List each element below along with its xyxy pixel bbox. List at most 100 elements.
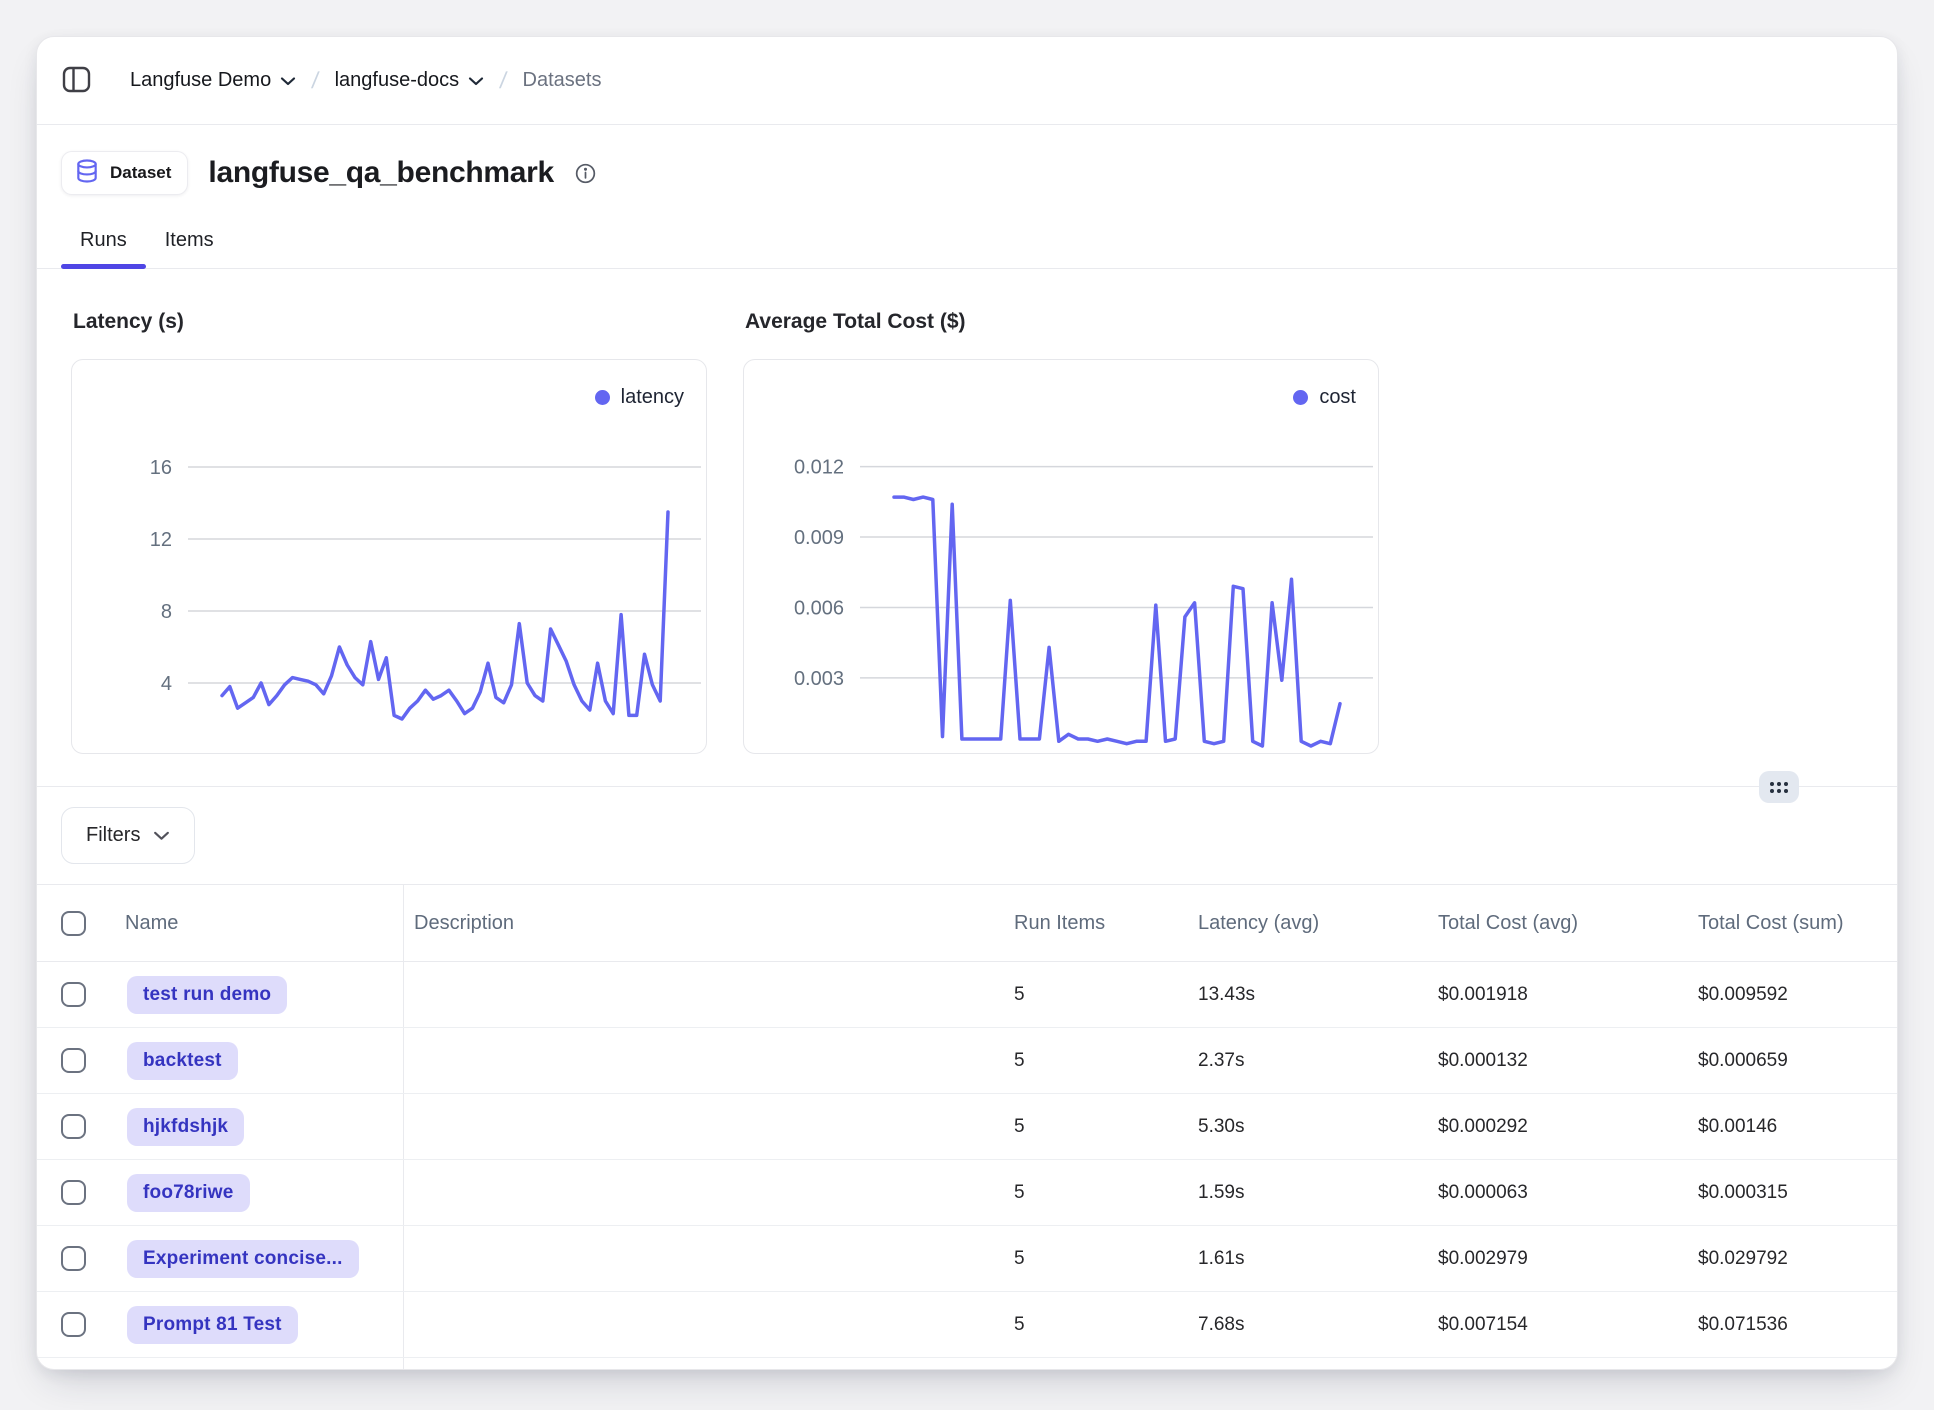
latency-avg-cell: 1.61s: [1198, 1248, 1438, 1270]
total-cost-sum-cell: $0.000315: [1698, 1182, 1897, 1204]
total-cost-avg-cell: $0.000063: [1438, 1182, 1698, 1204]
latency-chart-group: Latency (s) 4 8 12 16 latency: [71, 309, 707, 754]
row-checkbox[interactable]: [61, 1048, 86, 1073]
topbar: Langfuse Demo / langfuse-docs / Datasets: [37, 37, 1897, 125]
cost-legend[interactable]: cost: [1293, 386, 1356, 409]
page-title: langfuse_qa_benchmark: [208, 156, 554, 190]
row-checkbox[interactable]: [61, 982, 86, 1007]
cost-chart-canvas: 0.003 0.006 0.009 0.012: [744, 360, 1378, 753]
table-row: hjkfdshjk 5 5.30s $0.000292 $0.00146: [37, 1094, 1897, 1160]
row-checkbox[interactable]: [61, 1180, 86, 1205]
tab-items[interactable]: Items: [146, 213, 233, 268]
runs-table: Name Description Run Items Latency (avg)…: [37, 884, 1897, 1370]
chevron-down-icon: [468, 69, 484, 92]
breadcrumb-project[interactable]: Langfuse Demo: [130, 69, 296, 92]
latency-legend[interactable]: latency: [595, 386, 684, 409]
select-all-checkbox[interactable]: [61, 911, 86, 936]
info-icon[interactable]: [574, 162, 597, 185]
breadcrumb-environment[interactable]: langfuse-docs: [335, 69, 485, 92]
tab-bar: Runs Items: [37, 213, 1897, 269]
svg-text:12: 12: [150, 529, 172, 551]
run-name-pill[interactable]: test run demo: [127, 976, 287, 1014]
svg-text:0.009: 0.009: [794, 527, 844, 549]
app-window: Langfuse Demo / langfuse-docs / Datasets: [36, 36, 1898, 1370]
legend-label: latency: [621, 386, 684, 409]
svg-text:8: 8: [161, 601, 172, 623]
table-row: foo78riwe 5 1.59s $0.000063 $0.000315: [37, 1160, 1897, 1226]
title-section: Dataset langfuse_qa_benchmark: [37, 125, 1897, 213]
svg-text:4: 4: [161, 673, 172, 695]
database-icon: [74, 158, 100, 189]
latency-chart-canvas: 4 8 12 16: [72, 360, 706, 753]
grip-dots-icon: [1770, 782, 1788, 793]
column-header-description: Description: [404, 912, 990, 935]
total-cost-sum-cell: $0.009592: [1698, 984, 1897, 1006]
dataset-badge: Dataset: [61, 151, 188, 195]
breadcrumb-separator: /: [498, 67, 508, 94]
sidebar-panel-icon: [61, 64, 92, 98]
total-cost-avg-cell: $0.000132: [1438, 1050, 1698, 1072]
breadcrumb-datasets[interactable]: Datasets: [523, 69, 602, 92]
breadcrumb-separator: /: [310, 67, 320, 94]
run-name-pill[interactable]: Experiment concise...: [127, 1240, 359, 1278]
latency-chart-title: Latency (s): [73, 309, 707, 335]
column-header-latency-avg: Latency (avg): [1198, 912, 1438, 935]
latency-avg-cell: 1.59s: [1198, 1182, 1438, 1204]
run-items-cell: 5: [990, 1116, 1198, 1138]
run-items-cell: 5: [990, 1314, 1198, 1336]
breadcrumb: Langfuse Demo / langfuse-docs / Datasets: [130, 67, 601, 94]
run-name-pill[interactable]: hjkfdshjk: [127, 1108, 244, 1146]
table-row: Experiment concise... 5 1.61s $0.002979 …: [37, 1226, 1897, 1292]
resize-drag-handle[interactable]: [1759, 771, 1799, 803]
total-cost-sum-cell: $0.071536: [1698, 1314, 1897, 1336]
column-header-total-cost-avg: Total Cost (avg): [1438, 912, 1698, 935]
table-body: test run demo 5 13.43s $0.001918 $0.0095…: [37, 962, 1897, 1370]
legend-dot: [595, 390, 610, 405]
row-checkbox[interactable]: [61, 1246, 86, 1271]
run-name-pill[interactable]: Prompt 81 Test: [127, 1306, 298, 1344]
total-cost-avg-cell: $0.000292: [1438, 1116, 1698, 1138]
run-items-cell: 5: [990, 1050, 1198, 1072]
latency-avg-cell: 7.68s: [1198, 1314, 1438, 1336]
run-name-pill[interactable]: foo78riwe: [127, 1174, 250, 1212]
run-items-cell: 5: [990, 1248, 1198, 1270]
section-divider: [37, 786, 1897, 787]
chevron-down-icon: [280, 69, 296, 92]
sidebar-toggle-button[interactable]: [61, 64, 92, 98]
legend-dot: [1293, 390, 1308, 405]
table-header: Name Description Run Items Latency (avg)…: [37, 885, 1897, 962]
cost-chart-group: Average Total Cost ($) 0.0030.0060.0090.…: [743, 309, 1379, 754]
column-header-run-items: Run Items: [990, 912, 1198, 935]
filters-button[interactable]: Filters: [61, 807, 195, 864]
latency-avg-cell: 13.43s: [1198, 984, 1438, 1006]
cost-chart-title: Average Total Cost ($): [745, 309, 1379, 335]
filters-row: Filters: [37, 787, 1897, 884]
row-checkbox[interactable]: [61, 1114, 86, 1139]
table-row: [37, 1358, 1897, 1370]
total-cost-sum-cell: $0.00146: [1698, 1116, 1897, 1138]
run-items-cell: 5: [990, 984, 1198, 1006]
tab-runs[interactable]: Runs: [61, 213, 146, 268]
svg-text:0.003: 0.003: [794, 668, 844, 690]
row-checkbox[interactable]: [61, 1312, 86, 1337]
latency-chart: 4 8 12 16 latency: [71, 359, 707, 754]
table-row: test run demo 5 13.43s $0.001918 $0.0095…: [37, 962, 1897, 1028]
column-header-total-cost-sum: Total Cost (sum): [1698, 912, 1897, 935]
run-name-pill[interactable]: backtest: [127, 1042, 238, 1080]
total-cost-avg-cell: $0.001918: [1438, 984, 1698, 1006]
legend-label: cost: [1319, 386, 1356, 409]
latency-avg-cell: 5.30s: [1198, 1116, 1438, 1138]
table-row: backtest 5 2.37s $0.000132 $0.000659: [37, 1028, 1897, 1094]
total-cost-avg-cell: $0.002979: [1438, 1248, 1698, 1270]
total-cost-sum-cell: $0.029792: [1698, 1248, 1897, 1270]
run-items-cell: 5: [990, 1182, 1198, 1204]
total-cost-sum-cell: $0.000659: [1698, 1050, 1897, 1072]
chevron-down-icon: [153, 824, 170, 847]
charts-section: Latency (s) 4 8 12 16 latency Average Total…: [37, 269, 1897, 786]
table-row: Prompt 81 Test 5 7.68s $0.007154 $0.0715…: [37, 1292, 1897, 1358]
total-cost-avg-cell: $0.007154: [1438, 1314, 1698, 1336]
cost-chart: 0.003 0.006 0.009 0.012 cost: [743, 359, 1379, 754]
svg-text:0.012: 0.012: [794, 457, 844, 479]
svg-text:0.006: 0.006: [794, 598, 844, 620]
svg-text:16: 16: [150, 457, 172, 479]
